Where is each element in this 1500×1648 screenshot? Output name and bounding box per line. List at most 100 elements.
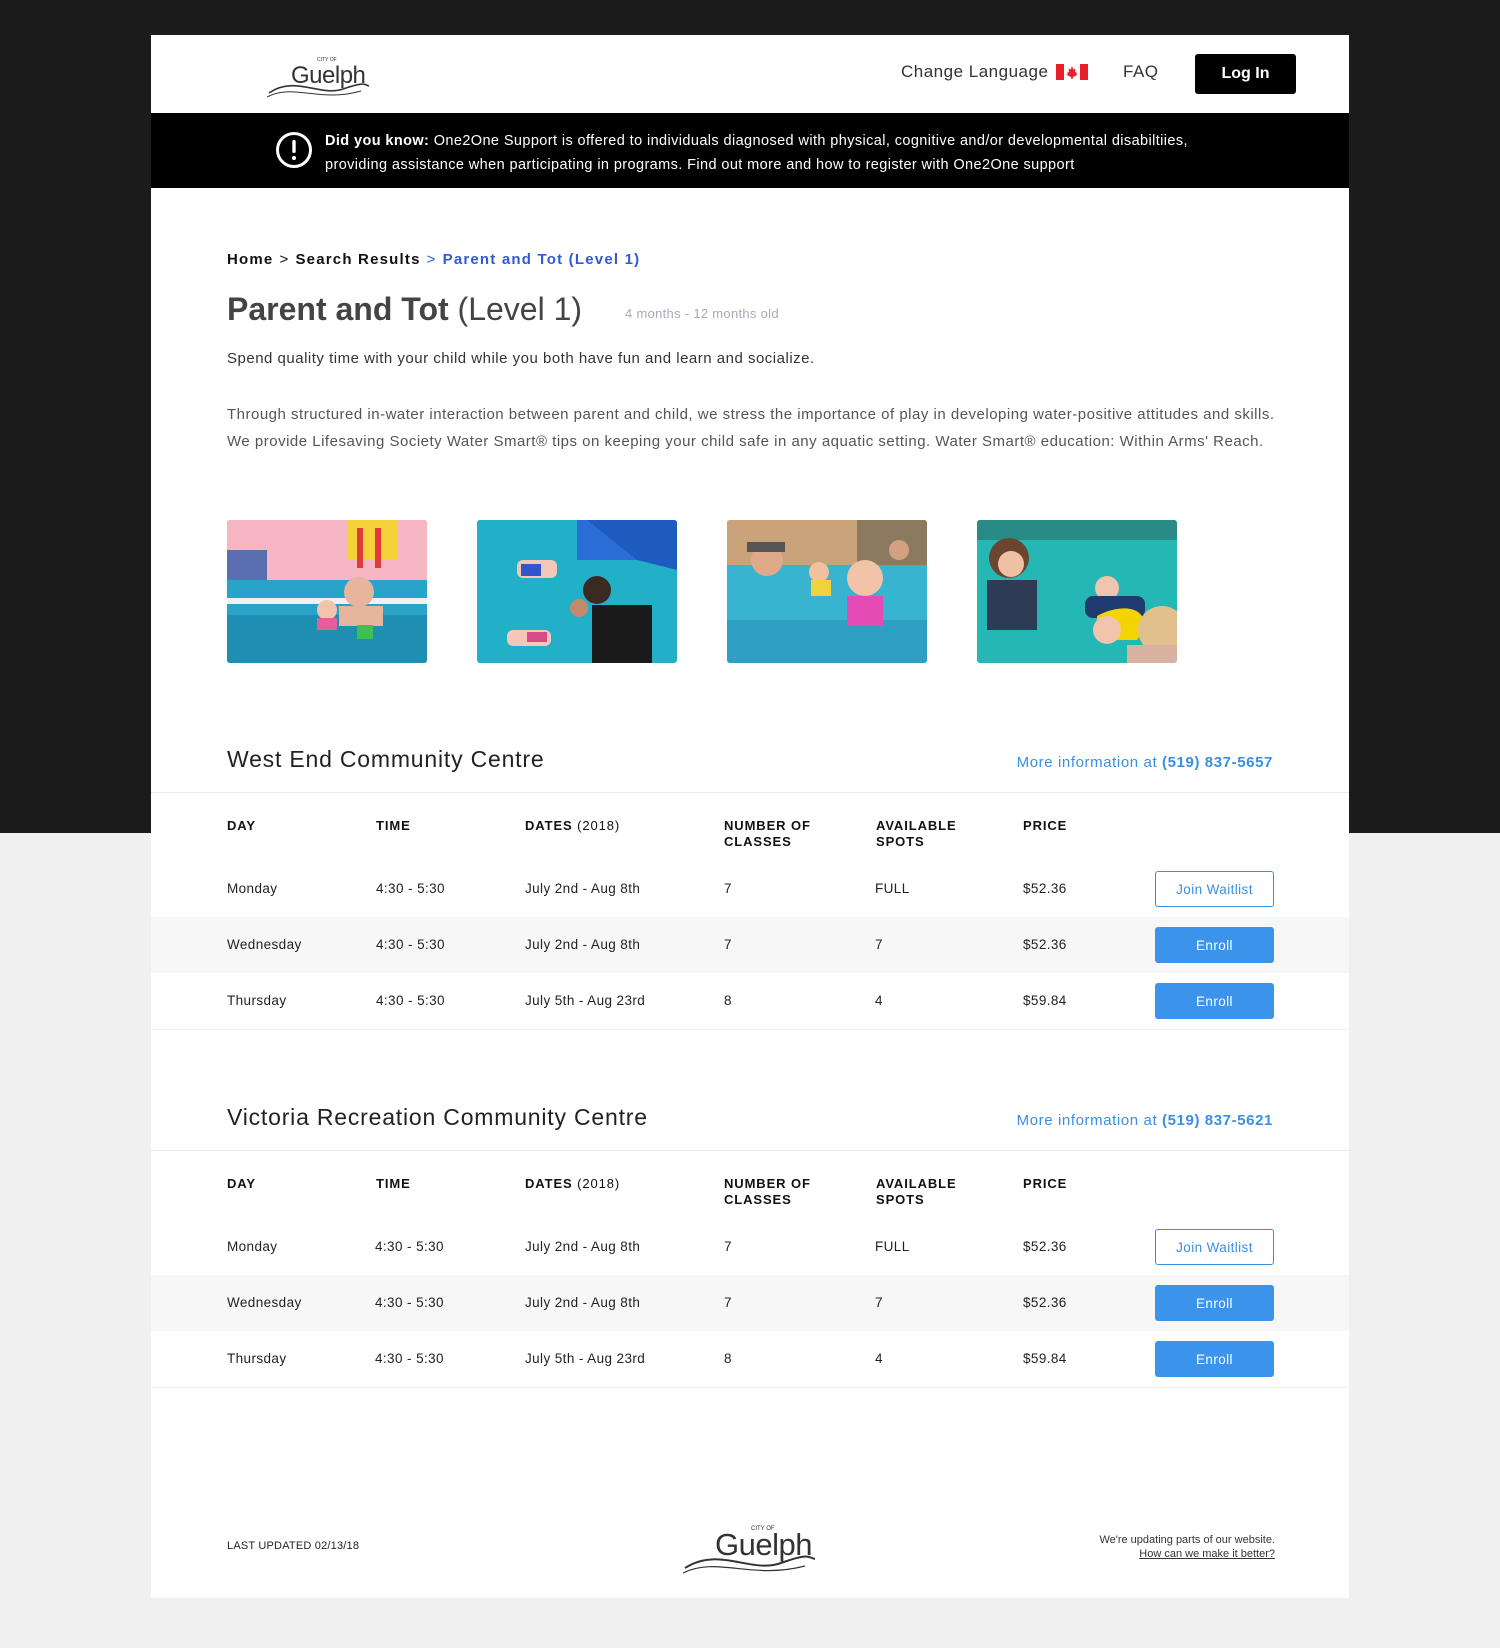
last-updated: LAST UPDATED 02/13/18 (227, 1540, 360, 1552)
guelph-footer-logo[interactable]: CITY OF Guelph (681, 1516, 821, 1576)
header-time: TIME (376, 1176, 411, 1191)
enroll-button[interactable]: Enroll (1155, 1285, 1274, 1321)
cell-classes: 7 (724, 881, 732, 896)
cell-classes: 7 (724, 937, 732, 952)
cell-classes: 8 (724, 1351, 732, 1366)
cell-spots: 4 (875, 1351, 883, 1366)
login-button[interactable]: Log In (1195, 54, 1296, 94)
cell-day: Thursday (227, 993, 287, 1008)
table-row: Thursday 4:30 - 5:30 July 5th - Aug 23rd… (151, 973, 1349, 1029)
header-spots: AVAILABLE SPOTS (876, 1176, 957, 1208)
cell-time: 4:30 - 5:30 (375, 1239, 444, 1254)
breadcrumb-search-results[interactable]: Search Results (295, 251, 420, 268)
site-header: CITY OF Guelph Change Language FAQ Log I… (151, 35, 1349, 113)
page-title: Parent and Tot (Level 1) (227, 291, 582, 328)
cell-spots: 4 (875, 993, 883, 1008)
cell-day: Thursday (227, 1351, 287, 1366)
location-title: West End Community Centre (227, 746, 545, 772)
enroll-button[interactable]: Enroll (1155, 927, 1274, 963)
cell-price: $52.36 (1023, 937, 1067, 952)
program-photo[interactable] (227, 520, 427, 663)
location-phone[interactable]: (519) 837-5657 (1162, 754, 1273, 771)
more-info-label: More information at (1016, 1112, 1158, 1129)
program-title: Parent and Tot (227, 291, 449, 327)
header-dates-label: DATES (525, 1176, 573, 1191)
header-day: DAY (227, 818, 256, 833)
cell-dates: July 5th - Aug 23rd (525, 1351, 646, 1366)
cell-day: Wednesday (227, 937, 302, 952)
table-divider (151, 1029, 1349, 1030)
canada-flag-icon[interactable] (1056, 64, 1088, 80)
cell-spots: FULL (875, 881, 910, 896)
program-photo[interactable] (977, 520, 1177, 663)
header-classes-line2: CLASSES (724, 834, 792, 849)
header-dates: DATES (2018) (525, 818, 620, 834)
section-divider (151, 792, 1349, 793)
header-dates-label: DATES (525, 818, 573, 833)
cell-spots: 7 (875, 1295, 883, 1310)
cell-dates: July 2nd - Aug 8th (525, 1239, 641, 1254)
enroll-button[interactable]: Enroll (1155, 983, 1274, 1019)
guelph-logo[interactable]: CITY OF Guelph (265, 53, 375, 99)
cell-classes: 7 (724, 1239, 732, 1254)
exclamation-icon (275, 131, 313, 169)
breadcrumb-separator: > (426, 251, 437, 268)
enroll-button[interactable]: Enroll (1155, 1341, 1274, 1377)
location-title: Victoria Recreation Community Centre (227, 1104, 648, 1130)
cell-price: $52.36 (1023, 881, 1067, 896)
location-phone[interactable]: (519) 837-5621 (1162, 1112, 1273, 1129)
breadcrumb-current: Parent and Tot (Level 1) (442, 251, 641, 268)
cell-dates: July 2nd - Aug 8th (525, 937, 641, 952)
cell-price: $59.84 (1023, 993, 1067, 1008)
table-row: Monday 4:30 - 5:30 July 2nd - Aug 8th 7 … (151, 861, 1349, 917)
cell-time: 4:30 - 5:30 (376, 881, 445, 896)
cell-price: $59.84 (1023, 1351, 1067, 1366)
breadcrumb-home[interactable]: Home (227, 251, 273, 268)
table-row: Wednesday 4:30 - 5:30 July 2nd - Aug 8th… (151, 917, 1349, 973)
cell-dates: July 5th - Aug 23rd (525, 993, 646, 1008)
table-divider (151, 1387, 1349, 1388)
section-divider (151, 1150, 1349, 1151)
cell-time: 4:30 - 5:30 (376, 993, 445, 1008)
join-waitlist-button[interactable]: Join Waitlist (1155, 1229, 1274, 1265)
header-time: TIME (376, 818, 411, 833)
cell-time: 4:30 - 5:30 (375, 1351, 444, 1366)
info-banner-text[interactable]: Did you know: One2One Support is offered… (325, 129, 1225, 177)
header-spots-line2: SPOTS (876, 1192, 925, 1207)
change-language-link[interactable]: Change Language (901, 62, 1048, 82)
cell-time: 4:30 - 5:30 (376, 937, 445, 952)
join-waitlist-button[interactable]: Join Waitlist (1155, 871, 1274, 907)
table-row: Thursday 4:30 - 5:30 July 5th - Aug 23rd… (151, 1331, 1349, 1387)
feedback-link[interactable]: How can we make it better? (1099, 1547, 1275, 1561)
cell-price: $52.36 (1023, 1295, 1067, 1310)
breadcrumb: Home > Search Results > Parent and Tot (Leve… (227, 251, 640, 268)
faq-link[interactable]: FAQ (1123, 62, 1159, 82)
header-classes: NUMBER OF CLASSES (724, 818, 811, 850)
program-intro: Spend quality time with your child while… (227, 350, 815, 367)
table-row: Wednesday 4:30 - 5:30 July 2nd - Aug 8th… (151, 1275, 1349, 1331)
cell-dates: July 2nd - Aug 8th (525, 1295, 641, 1310)
cell-day: Monday (227, 881, 278, 896)
breadcrumb-separator: > (279, 251, 290, 268)
program-photo[interactable] (727, 520, 927, 663)
header-classes-line1: NUMBER OF (724, 1176, 811, 1191)
cell-price: $52.36 (1023, 1239, 1067, 1254)
header-classes-line1: NUMBER OF (724, 818, 811, 833)
header-dates-year: (2018) (577, 818, 621, 833)
table-row: Monday 4:30 - 5:30 July 2nd - Aug 8th 7 … (151, 1219, 1349, 1275)
more-info-label: More information at (1016, 754, 1158, 771)
cell-spots: 7 (875, 937, 883, 952)
header-classes-line2: CLASSES (724, 1192, 792, 1207)
cell-time: 4:30 - 5:30 (375, 1295, 444, 1310)
location-more-info[interactable]: More information at (519) 837-5657 (1017, 754, 1273, 771)
program-description: Through structured in-water interaction … (227, 406, 1275, 450)
cell-dates: July 2nd - Aug 8th (525, 881, 641, 896)
program-photo[interactable] (477, 520, 677, 663)
info-banner-body: One2One Support is offered to individual… (325, 133, 1188, 173)
age-range: 4 months - 12 months old (625, 306, 779, 321)
header-dates: DATES (2018) (525, 1176, 620, 1192)
cell-day: Wednesday (227, 1295, 302, 1310)
location-more-info[interactable]: More information at (519) 837-5621 (1017, 1112, 1273, 1129)
page-card: CITY OF Guelph Change Language FAQ Log I… (151, 35, 1349, 1598)
cell-day: Monday (227, 1239, 278, 1254)
